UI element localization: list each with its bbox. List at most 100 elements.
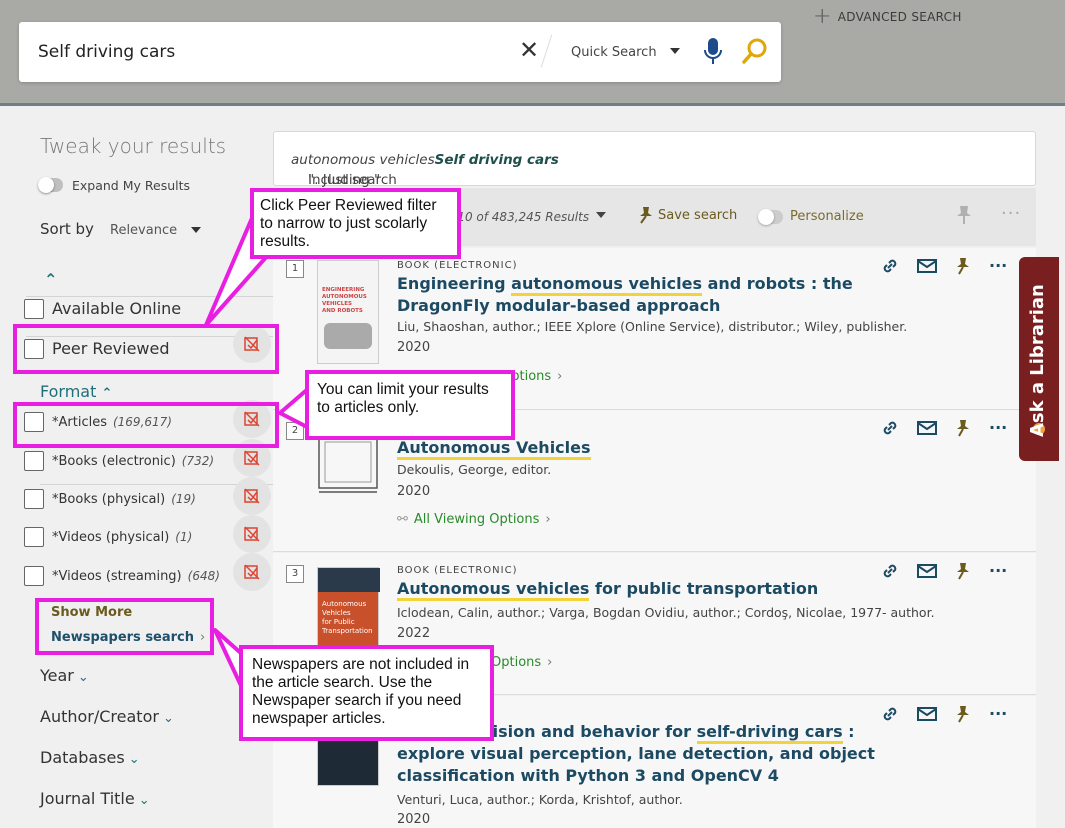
format-section-label: Format [40,382,97,401]
chevron-down-icon: ⌄ [138,793,150,808]
facet-count: (732) [181,454,215,468]
email-icon[interactable] [917,706,937,722]
record-title-link[interactable]: Engineering autonomous vehicles and robo… [397,273,897,317]
pin-icon[interactable] [955,419,971,437]
chevron-up-icon[interactable]: ⌃ [44,270,57,289]
section-journal-title[interactable]: Journal Title ⌄ [40,789,150,808]
link-icon[interactable] [881,419,899,437]
record-actions: ··· [881,418,1007,437]
more-options-icon[interactable]: ··· [989,561,1007,580]
advanced-search-label: ADVANCED SEARCH [837,10,962,24]
link-icon[interactable] [881,705,899,723]
title-highlight: autonomous vehicles [511,274,702,296]
search-original-link[interactable]: Self driving cars [435,152,559,168]
email-icon[interactable] [917,258,937,274]
record-actions: ··· [881,704,1007,723]
ask-a-librarian-tab[interactable]: Ask a Librarian [1019,257,1059,461]
chevron-down-icon[interactable] [596,212,606,218]
exclude-videos-streaming-button[interactable] [233,553,271,591]
highlight-peer-reviewed [13,324,279,374]
facet-label: *Books (physical) [52,492,166,507]
exclude-icon [244,450,260,466]
facet-books-physical[interactable]: *Books (physical) (19) [52,492,196,507]
cover-text: Transportation [322,627,373,635]
cover-text: VEHICLES [322,301,352,307]
chevron-down-icon[interactable] [191,227,201,233]
checkbox-books-physical[interactable] [24,489,44,509]
section-author[interactable]: Author/Creator ⌄ [40,707,174,726]
more-options-icon[interactable]: ··· [1001,203,1021,224]
chevron-right-icon: › [547,655,553,670]
viewing-label: Options [491,655,542,670]
header-bar: + ADVANCED SEARCH Self driving cars ✕ Qu… [0,0,1065,106]
facet-label: *Books (electronic) [52,454,176,469]
search-icon[interactable] [741,36,769,70]
search-input[interactable]: Self driving cars [38,42,175,62]
more-options-icon[interactable]: ··· [989,704,1007,723]
book-cover-image[interactable]: ENGINEERING AUTONOMOUS VEHICLES AND ROBO… [317,260,379,364]
cover-text: AUTONOMOUS [322,294,367,300]
pin-icon[interactable] [955,562,971,580]
expand-results-toggle[interactable] [38,177,63,193]
viewing-options-link[interactable]: ⚯ All Viewing Options › [397,512,551,527]
record-title-link[interactable]: Autonomous Vehicles [397,437,897,460]
facet-books-electronic[interactable]: *Books (electronic) (732) [52,454,214,469]
exclude-books-physical-button[interactable] [233,477,271,515]
link-icon[interactable] [881,257,899,275]
facet-count: (1) [175,530,193,544]
title-part: for public transportation [589,579,819,598]
section-label: Author/Creator [40,707,159,726]
cover-text: Vehicles [322,609,351,617]
record-year: 2022 [397,626,431,641]
exclude-videos-physical-button[interactable] [233,515,271,553]
callout-peer-reviewed: Click Peer Reviewed filter to narrow to … [250,188,461,259]
advanced-search-link[interactable]: + ADVANCED SEARCH [813,6,962,28]
title-part: Engineering [397,274,512,293]
chevron-up-icon: ⌃ [101,386,113,401]
checkbox-videos-streaming[interactable] [24,566,44,586]
more-options-icon[interactable]: ··· [989,256,1007,275]
record-number: 3 [286,565,304,583]
record-type: BOOK (ELECTRONIC) [397,260,518,271]
more-options-icon[interactable]: ··· [989,418,1007,437]
personalize-toggle[interactable] [758,209,783,225]
checkbox-available-online[interactable] [24,299,44,319]
title-highlight: Autonomous Vehicles [397,438,591,460]
title-highlight: Autonomous vehicles [397,579,590,601]
facet-available-online: Available Online [52,299,182,318]
cover-text: Autonomous [322,600,367,608]
record-title-link[interactable]: Autonomous vehicles for public transport… [397,578,897,601]
section-label: Year [40,666,74,685]
email-icon[interactable] [917,563,937,579]
cover-text: AND ROBOTS [322,308,363,314]
microphone-icon[interactable] [702,37,724,71]
book-placeholder-icon[interactable] [317,434,379,494]
pin-icon[interactable] [955,257,971,275]
checkbox-videos-physical[interactable] [24,527,44,547]
section-databases[interactable]: Databases ⌄ [40,748,140,767]
divider [26,296,273,297]
clear-search-icon[interactable]: ✕ [519,36,539,64]
save-search-button[interactable]: Save search [638,206,737,224]
pin-icon[interactable] [956,205,972,229]
facet-videos-streaming[interactable]: *Videos (streaming) (648) [52,569,220,584]
viewing-label: All Viewing Options [413,512,540,527]
search-scope-select[interactable]: Quick Search [571,45,657,60]
sort-select[interactable]: Relevance [110,223,177,238]
chevron-down-icon[interactable] [670,48,680,54]
format-section-head[interactable]: Format ⌃ [40,382,112,401]
cover-text: ENGINEERING [322,287,365,293]
personalize-label: Personalize [790,209,864,224]
facet-videos-physical[interactable]: *Videos (physical) (1) [52,530,192,545]
expand-results-label: Expand My Results [72,178,191,193]
link-icon[interactable] [881,562,899,580]
checkbox-books-electronic[interactable] [24,451,44,471]
pin-icon[interactable] [955,705,971,723]
including-term: autonomous vehicles [291,152,435,168]
pin-icon [640,207,652,224]
email-icon[interactable] [917,420,937,436]
facet-count: (648) [187,569,220,583]
divider [540,34,553,68]
viewing-options-link[interactable]: Options › [491,655,552,670]
section-year[interactable]: Year ⌄ [40,666,89,685]
